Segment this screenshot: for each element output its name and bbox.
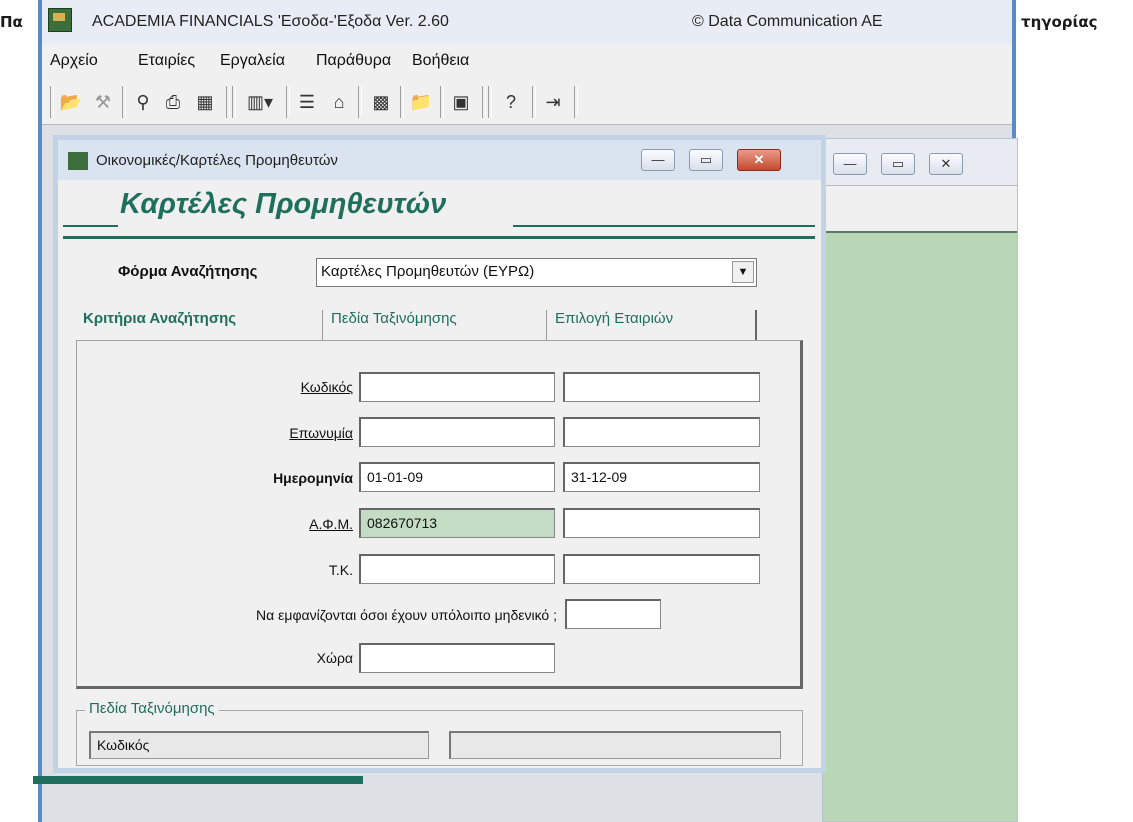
bank-icon[interactable]: ⌂ [326,89,352,115]
sort-fields-legend: Πεδία Ταξινόμησης [85,700,219,717]
country-label: Χώρα [316,650,353,666]
toolbar-separator [574,86,578,118]
search-form-label: Φόρμα Αναζήτησης [118,263,258,280]
toolbar-separator [440,86,444,118]
name-from-input[interactable] [359,417,555,447]
toolbar-separator [488,86,492,118]
toolbar-separator [400,86,404,118]
bottom-accent-strip [33,776,363,784]
bg-maximize-button[interactable]: ▭ [881,153,915,175]
menu-windows[interactable]: Παράθυρα [316,52,391,70]
zero-balance-label: Να εμφανίζονται όσοι έχουν υπόλοιπο μηδε… [256,607,557,623]
heading-rule-bottom [63,236,815,239]
tk-label: Τ.Κ. [328,562,353,578]
open-folder-2-icon[interactable]: 📁 [408,89,434,115]
sort-fields-group: Πεδία Ταξινόμησης Κωδικός [76,700,803,766]
menu-tools[interactable]: Εργαλεία [220,52,285,70]
afm-from-input[interactable]: 082670713 [359,508,555,538]
background-text-left: Πα [0,13,23,31]
binoculars-icon[interactable]: ⚲ [130,89,156,115]
app-icon [48,8,72,32]
minimize-button[interactable]: — [641,149,675,171]
bg-child-strip [823,185,1017,230]
bg-child-green-panel [823,231,1017,821]
menu-bar: Αρχείο Εταιρίες Εργαλεία Παράθυρα Βοήθει… [42,44,1012,80]
name-to-input[interactable] [563,417,760,447]
toolbar-separator [232,86,236,118]
date-label: Ημερομηνία [273,470,353,486]
tk-from-input[interactable] [359,554,555,584]
date-to-input[interactable]: 31-12-09 [563,462,760,492]
supplier-cards-window: Οικονομικές/Καρτέλες Προμηθευτών — ▭ ✕ Κ… [53,135,826,773]
heading-rule-right [513,225,815,227]
background-text-right: τηγορίας [1021,13,1098,31]
help-icon[interactable]: ? [498,89,524,115]
heading-rule-left [63,225,118,227]
tk-to-input[interactable] [563,554,760,584]
exit-icon[interactable]: ⇥ [540,89,566,115]
main-titlebar: ACADEMIA FINANCIALS 'Εσοδα-'Εξοδα Ver. 2… [42,0,1012,45]
chevron-down-icon[interactable]: ▼ [732,261,754,283]
date-from-input[interactable]: 01-01-09 [359,462,555,492]
bg-close-button[interactable]: ✕ [929,153,963,175]
sort-field-2[interactable] [449,731,781,759]
code-from-input[interactable] [359,372,555,402]
toolbar-separator [358,86,362,118]
search-criteria-panel: Κωδικός Επωνυμία Ημερομηνία 01-01-09 31-… [76,340,803,689]
toolbar-separator [226,86,230,118]
menu-companies[interactable]: Εταιρίες [138,52,195,70]
code-label: Κωδικός [300,379,353,395]
toolbar-separator [532,86,536,118]
toolbar: 📂 ⚒ ⚲ ⎙ ▦ ▥▾ ☰ ⌂ ▩ 📁 ▣ ? ⇥ [42,80,1012,125]
afm-label: Α.Φ.Μ. [309,516,353,532]
toolbar-separator [482,86,486,118]
app-title: ACADEMIA FINANCIALS 'Εσοδα-'Εξοδα Ver. 2… [92,13,449,30]
close-button[interactable]: ✕ [737,149,781,171]
sort-field-1[interactable]: Κωδικός [89,731,429,759]
tab-label: Επιλογή Εταιριών [555,310,674,327]
bg-minimize-button[interactable]: — [833,153,867,175]
printer-icon[interactable]: ⎙ [160,89,186,115]
search-form-value: Καρτέλες Προμηθευτών (ΕΥΡΩ) [321,263,535,280]
tab-label: Πεδία Ταξινόμησης [331,310,457,327]
menu-file[interactable]: Αρχείο [50,52,98,70]
name-label: Επωνυμία [289,425,353,441]
app-copyright: © Data Communication AE [692,13,883,30]
tab-label: Κριτήρια Αναζήτησης [83,310,237,327]
window-icon [68,152,88,170]
child-titlebar: Οικονομικές/Καρτέλες Προμηθευτών — ▭ ✕ [58,140,821,180]
zero-balance-input[interactable] [565,599,661,629]
binoculars-tool-icon[interactable]: ⚒ [90,89,116,115]
page-heading: Καρτέλες Προμηθευτών [120,188,447,220]
columns-dropdown-icon[interactable]: ▥▾ [240,89,280,115]
chart-icon[interactable]: ▩ [368,89,394,115]
afm-to-input[interactable] [563,508,760,538]
code-to-input[interactable] [563,372,760,402]
child-window-title: Οικονομικές/Καρτέλες Προμηθευτών [96,152,338,169]
background-child-window: — ▭ ✕ [822,138,1018,822]
toolbar-separator [50,86,54,118]
open-folder-icon[interactable]: 📂 [58,89,84,115]
search-form-dropdown[interactable]: Καρτέλες Προμηθευτών (ΕΥΡΩ) ▼ [316,258,757,287]
screen-icon[interactable]: ▣ [448,89,474,115]
country-input[interactable] [359,643,555,673]
toolbar-separator [286,86,290,118]
calculator-icon[interactable]: ▦ [192,89,218,115]
menu-help[interactable]: Βοήθεια [412,52,469,70]
document-list-icon[interactable]: ☰ [294,89,320,115]
maximize-button[interactable]: ▭ [689,149,723,171]
toolbar-separator [122,86,126,118]
